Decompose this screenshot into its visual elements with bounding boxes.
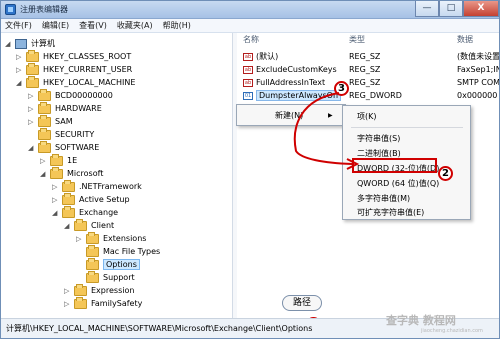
status-path: 计算机\HKEY_LOCAL_MACHINE\SOFTWARE\Microsof… — [6, 324, 313, 333]
path-label: 路径 — [282, 295, 322, 311]
watermark-url: jiaocheng.chazidian.com — [421, 328, 483, 334]
annotation-arrow — [293, 92, 360, 170]
watermark: 查字典 教程网 — [386, 314, 456, 327]
registry-editor-window: 注册表编辑器 — □ X 文件(F) 编辑(E) 查看(V) 收藏夹(A) 帮助… — [0, 0, 500, 339]
